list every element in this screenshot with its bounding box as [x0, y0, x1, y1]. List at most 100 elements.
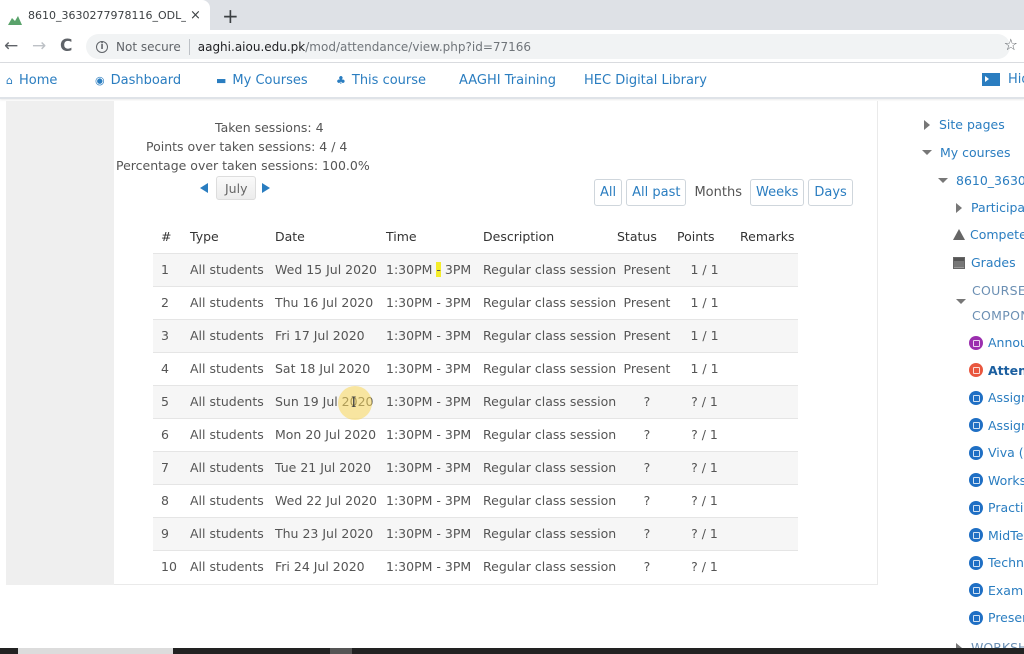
- time-start: 1:30PM: [386, 295, 433, 310]
- reload-button[interactable]: C: [60, 36, 72, 56]
- cell-type: All students: [182, 384, 267, 418]
- site-favicon: [8, 10, 22, 25]
- cell-description: Regular class session: [475, 516, 617, 550]
- nav-aaghi-training[interactable]: AAGHI Training: [459, 73, 556, 88]
- nav-module-item[interactable]: Preser: [969, 610, 1024, 625]
- cell-number: 10: [153, 549, 182, 583]
- sessions-table: # Type Date Time Description Status Poin…: [153, 220, 798, 583]
- section-course-components-line2[interactable]: COMPON: [972, 308, 1024, 323]
- header-date: Date: [275, 228, 305, 244]
- nav-module-item[interactable]: Annou: [969, 335, 1024, 350]
- assignment-icon: [969, 528, 983, 542]
- nav-module-item[interactable]: Assign: [969, 390, 1024, 405]
- cell-time: 1:30PM - 3PM: [378, 483, 475, 517]
- cell-time: 1:30PM - 3PM: [378, 450, 475, 484]
- nav-module-label: Techn: [988, 555, 1024, 570]
- nav-module-item[interactable]: Works: [969, 473, 1024, 488]
- nav-module-item[interactable]: Attend: [969, 363, 1024, 378]
- filter-all-button[interactable]: All: [594, 179, 623, 206]
- time-separator: -: [436, 559, 441, 575]
- header-remarks: Remarks: [740, 228, 795, 244]
- nav-site-pages[interactable]: Site pages: [924, 117, 1005, 132]
- browser-tab-strip: 8610_3630277978116_ODL_A20 × +: [0, 0, 1024, 30]
- grades-table-icon: [953, 256, 965, 269]
- taskbar-segment: [330, 648, 352, 654]
- time-end: 3PM: [444, 361, 472, 376]
- info-icon[interactable]: i: [96, 40, 108, 53]
- nav-module-item[interactable]: Practic: [969, 500, 1024, 515]
- cell-time: 1:30PM - 3PM: [378, 417, 475, 451]
- current-month-button[interactable]: July: [216, 176, 257, 200]
- nav-module-item[interactable]: Techn: [969, 555, 1024, 570]
- nav-competencies[interactable]: Compete: [953, 227, 1024, 242]
- time-end: 3PM: [444, 427, 472, 442]
- new-tab-button[interactable]: +: [222, 4, 239, 28]
- nav-this-course[interactable]: ♣ This course: [336, 73, 426, 88]
- text-cursor-icon: I: [351, 395, 357, 411]
- points-over-taken-sessions: Points over taken sessions: 4 / 4: [146, 139, 348, 154]
- cell-status: ?: [617, 549, 677, 583]
- security-label: Not secure: [116, 39, 181, 54]
- nav-home[interactable]: ⌂ Home: [6, 73, 57, 88]
- time-start: 1:30PM: [386, 361, 433, 376]
- section-expanded-arrow-icon[interactable]: [956, 299, 966, 304]
- cell-number: 2: [153, 285, 182, 319]
- nav-module-item[interactable]: MidTe: [969, 528, 1023, 543]
- filter-weeks-button[interactable]: Weeks: [750, 179, 805, 206]
- table-row: 2 All students Thu 16 Jul 2020 1:30PM - 3PM…: [153, 285, 798, 319]
- nav-my-courses-tree[interactable]: My courses: [922, 145, 1010, 160]
- section-course-components-line1[interactable]: COURSE: [972, 283, 1024, 298]
- nav-module-item[interactable]: Exam: [969, 583, 1023, 598]
- home-icon: ⌂: [6, 74, 13, 87]
- time-start: 1:30PM: [386, 559, 433, 575]
- nav-participants-label: Participa: [971, 200, 1024, 215]
- time-separator: -: [436, 295, 441, 310]
- nav-hec-digital-library[interactable]: HEC Digital Library: [584, 73, 707, 88]
- bookmark-star-icon[interactable]: ☆: [1004, 35, 1018, 54]
- forward-button[interactable]: →: [32, 36, 46, 56]
- tab-close-icon[interactable]: ×: [190, 8, 201, 23]
- filter-all-past-button[interactable]: All past: [626, 179, 687, 206]
- cell-description: Regular class session: [475, 384, 617, 418]
- cell-status: Present: [617, 252, 677, 286]
- assignment-icon: [969, 555, 983, 570]
- time-end: 3PM: [444, 493, 472, 508]
- nav-course-label: 8610_36302: [956, 173, 1024, 188]
- nav-course-node[interactable]: 8610_36302: [938, 173, 1024, 188]
- nav-my-courses-tree-label: My courses: [940, 145, 1011, 160]
- cell-number: 8: [153, 483, 182, 517]
- cell-remarks: [732, 549, 798, 583]
- cell-status: ?: [617, 417, 677, 451]
- nav-module-item[interactable]: Assign: [969, 418, 1024, 433]
- browser-tab[interactable]: 8610_3630277978116_ODL_A20 ×: [0, 0, 210, 30]
- time-end: 3PM: [444, 394, 472, 409]
- back-button[interactable]: ←: [4, 36, 18, 56]
- table-row: 4 All students Sat 18 Jul 2020 1:30PM - 3PM…: [153, 351, 798, 385]
- nav-my-courses[interactable]: ▬ My Courses: [216, 73, 308, 88]
- nav-dashboard-label: Dashboard: [110, 73, 182, 88]
- cell-date: Sat 18 Jul 2020: [267, 351, 378, 385]
- cell-description: Regular class session: [475, 417, 617, 451]
- nav-grades[interactable]: Grades: [953, 255, 1016, 270]
- nav-module-item[interactable]: Viva (3: [969, 445, 1024, 460]
- filter-days-button[interactable]: Days: [808, 179, 853, 206]
- expanded-arrow-icon: [938, 178, 948, 183]
- previous-month-arrow-icon[interactable]: [200, 183, 208, 193]
- taskbar: [0, 648, 1024, 654]
- nav-module-label: Attend: [988, 362, 1024, 378]
- address-bar[interactable]: i Not secure aaghi.aiou.edu.pk/mod/atten…: [86, 34, 1010, 59]
- cell-time: 1:30PM - 3PM: [378, 351, 475, 385]
- next-month-arrow-icon[interactable]: [262, 183, 271, 193]
- nav-dashboard[interactable]: ◉ Dashboard: [95, 73, 181, 88]
- cell-remarks: [732, 516, 798, 550]
- hide-blocks-button[interactable]: Hid: [982, 72, 1024, 87]
- time-end: 3PM: [444, 526, 472, 541]
- time-separator: -: [436, 262, 441, 277]
- cell-remarks: [732, 318, 798, 352]
- cell-points: 1 / 1: [677, 318, 732, 352]
- header-status: Status: [617, 228, 657, 244]
- dashboard-icon: ◉: [95, 74, 105, 87]
- site-navbar: ⌂ Home ◉ Dashboard ▬ My Courses ♣ This c…: [0, 63, 1024, 99]
- nav-module-label: Works: [988, 472, 1024, 488]
- nav-participants[interactable]: Participa: [956, 200, 1024, 215]
